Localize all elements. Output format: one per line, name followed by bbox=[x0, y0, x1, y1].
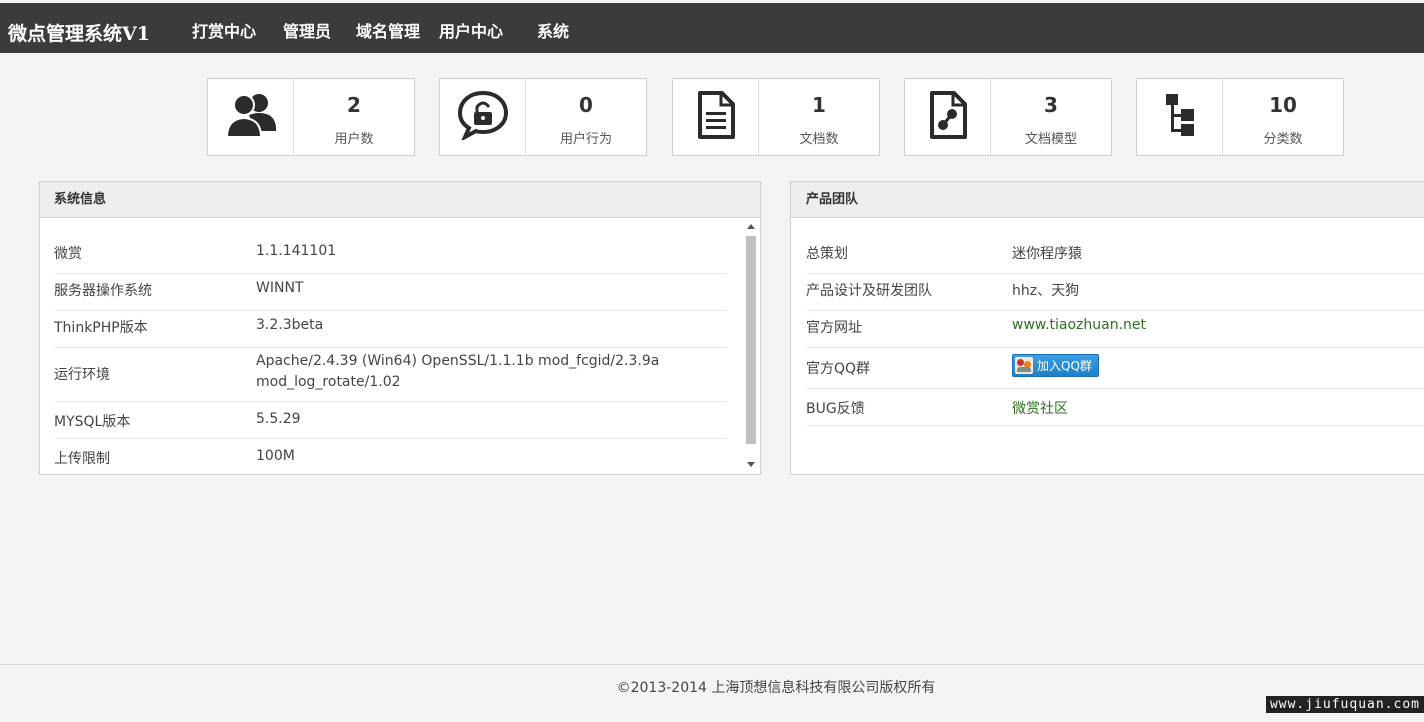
scrollbar[interactable] bbox=[744, 224, 758, 474]
team-row: 官方QQ群 加入QQ群 bbox=[806, 348, 1424, 389]
nav-item-system[interactable]: 系统 bbox=[537, 18, 569, 42]
stat-value: 10 bbox=[1269, 93, 1297, 117]
team-row: 总策划 迷你程序猿 bbox=[806, 237, 1424, 274]
nav-item-admin[interactable]: 管理员 bbox=[283, 18, 331, 42]
info-row: ThinkPHP版本 3.2.3beta bbox=[54, 311, 726, 348]
info-key: 运行环境 bbox=[54, 367, 110, 383]
info-value: 100M bbox=[256, 448, 295, 464]
panel-title: 系统信息 bbox=[40, 182, 760, 218]
stat-value: 3 bbox=[1044, 93, 1058, 117]
team-panel: 产品团队 总策划 迷你程序猿 产品设计及研发团队 hhz、天狗 官方网址 www… bbox=[790, 181, 1424, 475]
stat-label: 用户数 bbox=[334, 132, 374, 147]
nav-item-user-center[interactable]: 用户中心 bbox=[439, 18, 503, 42]
tree-icon bbox=[1164, 92, 1196, 142]
info-row: 运行环境 Apache/2.4.39 (Win64) OpenSSL/1.1.1… bbox=[54, 348, 726, 402]
top-navbar: 微点管理系统V1 打赏中心 管理员 域名管理 用户中心 系统 bbox=[0, 3, 1424, 53]
stat-card-user-actions[interactable]: 0 用户行为 bbox=[439, 78, 647, 156]
team-row: BUG反馈 微赏社区 bbox=[806, 389, 1424, 426]
stat-value: 1 bbox=[812, 93, 826, 117]
join-qq-group-label: 加入QQ群 bbox=[1037, 359, 1092, 373]
info-row: MYSQL版本 5.5.29 bbox=[54, 402, 726, 439]
team-value: hhz、天狗 bbox=[1012, 283, 1080, 299]
nav-item-reward-center[interactable]: 打赏中心 bbox=[192, 18, 256, 42]
stat-value: 0 bbox=[579, 93, 593, 117]
team-key: 官方网址 bbox=[806, 320, 862, 336]
team-key: 产品设计及研发团队 bbox=[806, 283, 932, 299]
info-value: 3.2.3beta bbox=[256, 317, 324, 333]
stat-card-document-models[interactable]: 3 文档模型 bbox=[904, 78, 1112, 156]
team-row: 产品设计及研发团队 hhz、天狗 bbox=[806, 274, 1424, 311]
bug-feedback-link[interactable]: 微赏社区 bbox=[1012, 398, 1068, 418]
team-key: BUG反馈 bbox=[806, 401, 865, 417]
team-row: 官方网址 www.tiaozhuan.net bbox=[806, 311, 1424, 348]
stat-value: 2 bbox=[347, 93, 361, 117]
info-key: ThinkPHP版本 bbox=[54, 320, 148, 336]
stat-card-documents[interactable]: 1 文档数 bbox=[672, 78, 880, 156]
team-value: 迷你程序猿 bbox=[1012, 246, 1082, 262]
stat-label: 文档数 bbox=[799, 132, 839, 147]
info-row: 微赏 1.1.141101 bbox=[54, 237, 726, 274]
stat-card-users[interactable]: 2 用户数 bbox=[207, 78, 415, 156]
info-key: 服务器操作系统 bbox=[54, 283, 152, 299]
footer: ©2013-2014 上海顶想信息科技有限公司版权所有 bbox=[0, 664, 1424, 722]
qq-group-icon bbox=[1015, 357, 1033, 374]
system-info-panel: 系统信息 微赏 1.1.141101 服务器操作系统 WINNT ThinkPH… bbox=[39, 181, 761, 475]
stat-label: 文档模型 bbox=[1024, 132, 1077, 147]
stat-label: 分类数 bbox=[1263, 132, 1303, 147]
team-key: 官方QQ群 bbox=[806, 361, 871, 377]
info-value: 5.5.29 bbox=[256, 411, 301, 427]
document-model-icon bbox=[928, 90, 968, 144]
app-title[interactable]: 微点管理系统V1 bbox=[8, 19, 150, 46]
copyright-text: ©2013-2014 上海顶想信息科技有限公司版权所有 bbox=[616, 680, 936, 696]
stat-card-categories[interactable]: 10 分类数 bbox=[1136, 78, 1344, 156]
team-key: 总策划 bbox=[806, 246, 848, 262]
official-site-link[interactable]: www.tiaozhuan.net bbox=[1012, 317, 1146, 333]
info-key: 微赏 bbox=[54, 246, 82, 262]
scrollbar-thumb[interactable] bbox=[746, 236, 756, 444]
info-value: 1.1.141101 bbox=[256, 243, 337, 259]
lock-chat-icon bbox=[457, 90, 509, 144]
nav-item-domain[interactable]: 域名管理 bbox=[356, 18, 420, 42]
panel-title: 产品团队 bbox=[791, 182, 1424, 218]
info-key: 上传限制 bbox=[54, 451, 110, 467]
info-key: MYSQL版本 bbox=[54, 414, 131, 430]
info-row: 上传限制 100M bbox=[54, 439, 726, 473]
scroll-up-arrow-icon[interactable] bbox=[747, 224, 755, 229]
users-icon bbox=[225, 91, 277, 143]
info-value: WINNT bbox=[256, 280, 304, 296]
info-row: 服务器操作系统 WINNT bbox=[54, 274, 726, 311]
info-value-cont: mod_log_rotate/1.02 bbox=[256, 374, 401, 390]
watermark: www.jiufuquan.com bbox=[1265, 696, 1424, 713]
document-icon bbox=[696, 90, 736, 144]
scroll-down-arrow-icon[interactable] bbox=[747, 462, 755, 467]
join-qq-group-button[interactable]: 加入QQ群 bbox=[1012, 354, 1099, 377]
stat-label: 用户行为 bbox=[559, 132, 612, 147]
info-value: Apache/2.4.39 (Win64) OpenSSL/1.1.1b mod… bbox=[256, 353, 660, 369]
